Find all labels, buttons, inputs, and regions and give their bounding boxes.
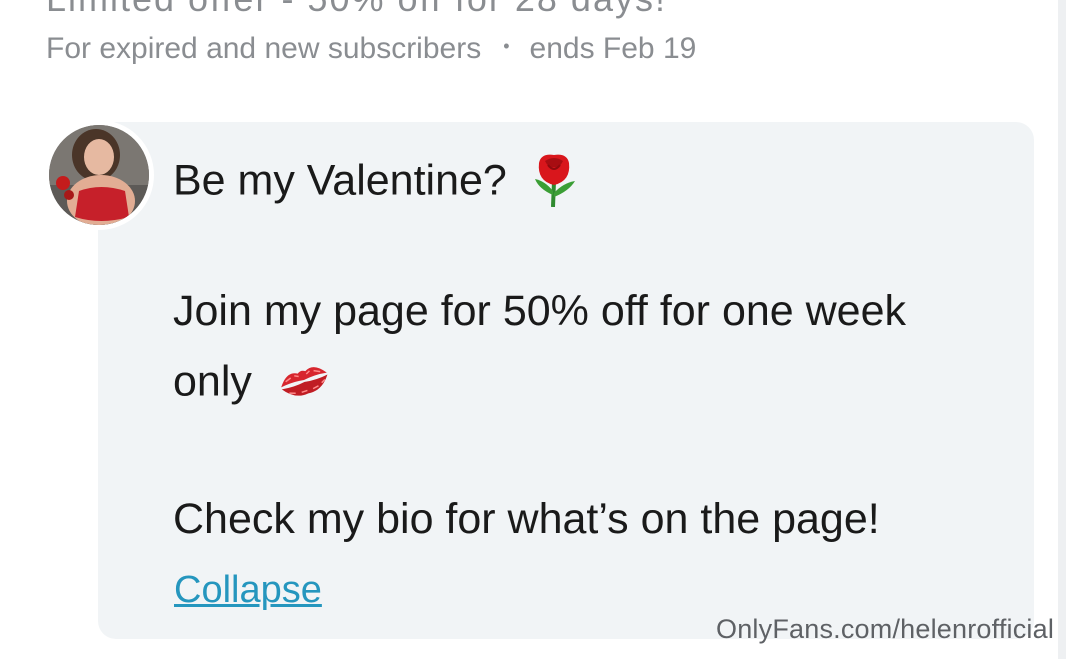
message-line-1: Be my Valentine? bbox=[173, 151, 577, 215]
kiss-mark-icon bbox=[276, 360, 332, 408]
offer-audience: For expired and new subscribers bbox=[46, 32, 482, 65]
scrollbar[interactable] bbox=[1058, 0, 1066, 659]
meta-separator: • bbox=[503, 35, 510, 56]
collapse-link[interactable]: Collapse bbox=[174, 569, 322, 612]
offer-title: Limited offer - 50% off for 28 days! bbox=[46, 0, 667, 20]
message-line-3: only bbox=[173, 360, 332, 408]
offer-end-date: ends Feb 19 bbox=[529, 32, 697, 65]
message-text-line-3: only bbox=[173, 357, 252, 406]
message-text-line-1: Be my Valentine? bbox=[173, 156, 507, 205]
message-line-4: Check my bio for what’s on the page! bbox=[173, 495, 880, 543]
avatar[interactable] bbox=[44, 120, 154, 230]
post-view: Limited offer - 50% off for 28 days! For… bbox=[0, 0, 1080, 659]
offer-meta: For expired and new subscribers • ends F… bbox=[46, 32, 696, 66]
profile-photo-icon bbox=[49, 125, 149, 225]
rose-icon bbox=[531, 151, 577, 215]
message-line-2: Join my page for 50% off for one week bbox=[173, 287, 907, 335]
watermark: OnlyFans.com/helenrofficial bbox=[716, 614, 1055, 644]
